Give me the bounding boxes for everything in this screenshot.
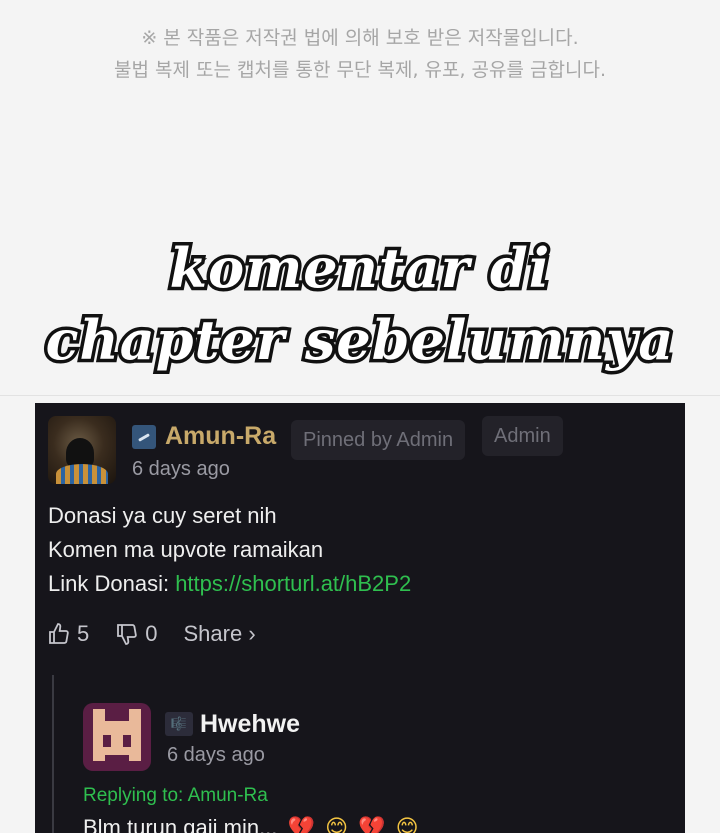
comment-line: Komen ma upvote ramaikan (48, 537, 324, 562)
comment-timestamp: 6 days ago (132, 458, 230, 480)
avatar-collar (56, 464, 108, 484)
reply-avatar[interactable] (83, 703, 151, 771)
reply-text: Blm turun gaji min... (83, 815, 278, 833)
comment-panel: Amun-Ra Pinned by Admin Admin 6 days ago… (35, 403, 685, 833)
copyright-notice-line-1: ※ 본 작품은 저작권 법에 의해 보호 받은 저작물입니다. (141, 27, 579, 49)
avatar-eye-right (123, 735, 131, 747)
headline: komentar di chapter sebelumnya (0, 232, 720, 376)
donation-link[interactable]: https://shorturl.at/hB2P2 (175, 571, 411, 596)
downvote-count: 0 (145, 621, 158, 646)
share-button[interactable]: Share › (184, 621, 256, 647)
thumbs-down-icon (117, 624, 137, 645)
broken-heart-emoji: 💔 (287, 816, 315, 833)
copyright-notice-line-2: 불법 복제 또는 캡처를 통한 무단 복제, 유포, 공유를 금합니다. (114, 59, 606, 81)
comment-body: Donasi ya cuy seret nih Komen ma upvote … (48, 499, 411, 601)
reply-body: Blm turun gaji min... 💔 😊 💔 😊 (83, 815, 419, 833)
reply-user-badge-icon: 🎼 (165, 712, 193, 736)
thread-line (52, 675, 54, 833)
comment-line: Donasi ya cuy seret nih (48, 503, 277, 528)
link-prefix: Link Donasi: (48, 571, 176, 596)
smile-emoji: 😊 (395, 816, 419, 833)
comment-actions: 5 0 Share › (47, 619, 282, 649)
headline-line-2: chapter sebelumnya (42, 305, 677, 376)
admin-badge: Admin (482, 416, 563, 456)
reply-author[interactable]: Hwehwe (200, 710, 300, 739)
copyright-notice: ※ 본 작품은 저작권 법에 의해 보호 받은 저작물입니다. 불법 복제 또는… (0, 22, 720, 86)
avatar-mouth (105, 755, 129, 763)
broken-heart-emoji: 💔 (358, 816, 386, 833)
pinned-badge: Pinned by Admin (291, 420, 466, 460)
divider (0, 395, 720, 396)
comment-link-line: Link Donasi: https://shorturl.at/hB2P2 (48, 567, 411, 601)
reply-timestamp: 6 days ago (167, 744, 265, 766)
user-badge-icon (132, 425, 156, 449)
avatar-eye-left (103, 735, 111, 747)
smile-emoji: 😊 (325, 816, 348, 833)
downvote-button[interactable]: 0 (115, 621, 158, 647)
replying-to-label[interactable]: Replying to: Amun-Ra (83, 785, 268, 807)
upvote-button[interactable]: 5 (47, 621, 89, 647)
comment-author[interactable]: Amun-Ra (165, 422, 276, 451)
thumbs-up-icon (49, 623, 69, 644)
headline-line-1: komentar di (166, 233, 553, 304)
upvote-count: 5 (77, 621, 90, 646)
avatar[interactable] (48, 416, 116, 484)
